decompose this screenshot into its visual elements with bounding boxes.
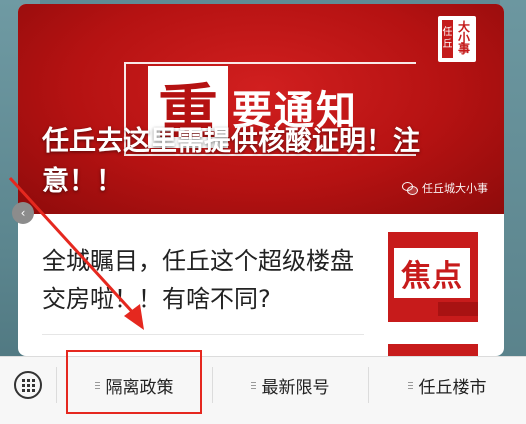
source-label: 任丘城大小事: [422, 182, 488, 195]
menu-item-label: 最新限号: [261, 377, 330, 398]
highlight-box: [66, 350, 202, 414]
menu-item-latest-plate-restriction[interactable]: 最新限号: [212, 357, 368, 413]
menu-lines-icon: [250, 381, 256, 389]
collapse-arrow-icon[interactable]: ‹: [12, 202, 34, 224]
channel-logo: 任丘 大小事: [438, 16, 476, 62]
article-card: 重 要通知 任丘 大小事 任丘去这里需提供核酸证明！注意！！ 任丘城大小事 全城…: [18, 4, 504, 356]
thumbnail-stripe: [438, 302, 478, 316]
menu-lines-icon: [407, 381, 413, 389]
top-article-banner[interactable]: 重 要通知 任丘 大小事 任丘去这里需提供核酸证明！注意！！ 任丘城大小事: [18, 4, 504, 214]
list-divider: [42, 334, 364, 335]
wechat-icon: [402, 182, 418, 195]
top-article-headline[interactable]: 任丘去这里需提供核酸证明！注意！！: [42, 122, 462, 202]
thumbnail-text: 焦点: [394, 248, 470, 298]
second-article-thumbnail[interactable]: 焦点: [388, 232, 478, 322]
menu-item-renqiu-property[interactable]: 任丘楼市: [368, 357, 526, 413]
logo-right-text: 大小事: [457, 20, 470, 56]
third-article-thumbnail[interactable]: [388, 344, 478, 356]
logo-left-text: 任丘: [442, 20, 453, 58]
menu-item-label: 任丘楼市: [418, 377, 487, 398]
second-article-title[interactable]: 全城瞩目，任丘这个超级楼盘交房啦！！有啥不同?: [42, 242, 362, 318]
article-source: 任丘城大小事: [402, 180, 488, 196]
keyboard-icon[interactable]: [14, 371, 42, 399]
